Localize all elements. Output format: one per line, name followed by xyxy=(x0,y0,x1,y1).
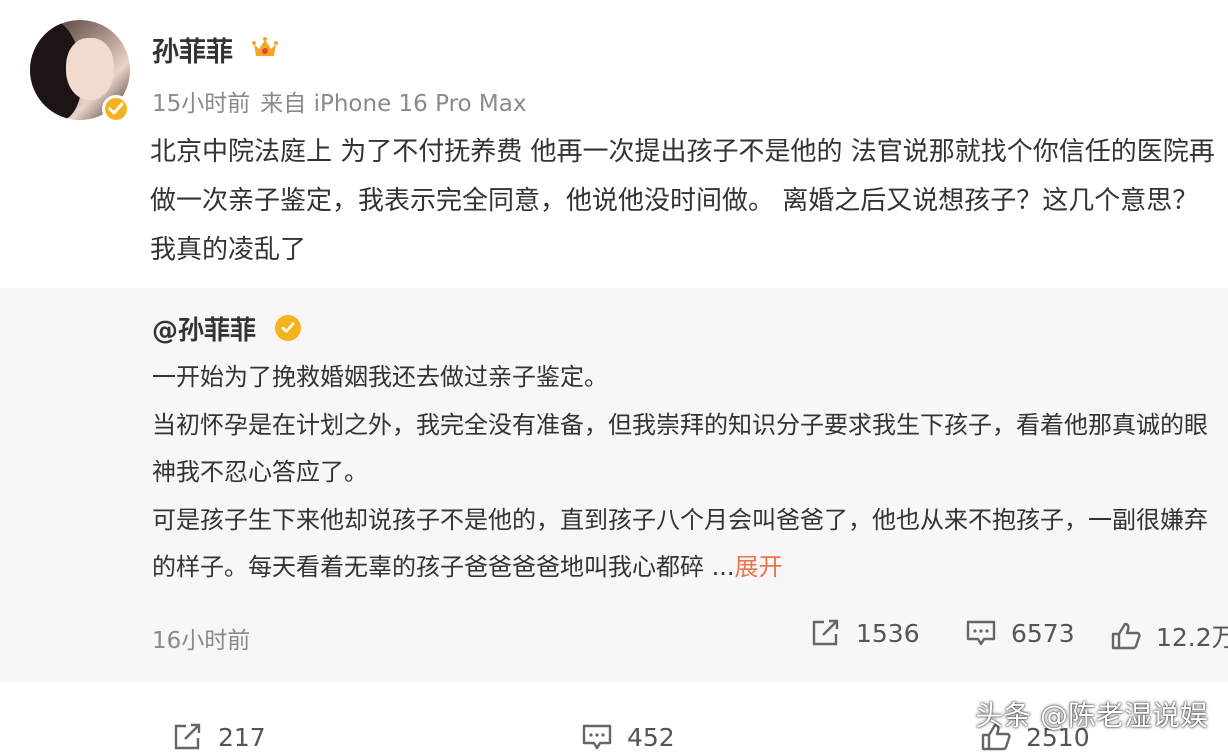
avatar-face xyxy=(66,38,114,100)
crown-icon xyxy=(252,37,278,56)
post-source: 来自 iPhone 16 Pro Max xyxy=(260,91,527,117)
post-username[interactable]: 孙菲菲 xyxy=(152,30,233,69)
repost-paragraph: 一开始为了挽救婚姻我还去做过亲子鉴定。 xyxy=(152,363,608,391)
weibo-post: 孙菲菲 15小时前 来自 iPhone 16 Pro Max 北京中院法庭上 为了… xyxy=(0,0,1228,288)
share-icon xyxy=(174,723,201,750)
repost-content: 一开始为了挽救婚姻我还去做过亲子鉴定。 当初怀孕是在计划之外，我完全没有准备，但… xyxy=(152,354,1217,592)
repost-paragraph: 可是孩子生下来他却说孩子不是他的，直到孩子八个月会叫爸爸了，他也从来不抱孩子，一… xyxy=(152,497,1217,592)
expand-link[interactable]: 展开 xyxy=(735,553,783,581)
repost-time: 16小时前 xyxy=(152,628,251,654)
post-comment-count: 452 xyxy=(627,722,675,752)
repost-paragraph-text: 可是孩子生下来他却说孩子不是他的，直到孩子八个月会叫爸爸了，他也从来不抱孩子，一… xyxy=(152,505,1208,582)
comment-count: 6573 xyxy=(1011,618,1075,648)
verified-icon xyxy=(275,315,301,341)
reposted-weibo[interactable]: @孙菲菲 一开始为了挽救婚姻我还去做过亲子鉴定。 当初怀孕是在计划之外，我完全没… xyxy=(0,288,1228,682)
verified-icon xyxy=(102,95,130,123)
share-icon xyxy=(812,619,839,646)
post-share-button[interactable]: 217 xyxy=(172,722,266,752)
post-time: 15小时前 xyxy=(152,91,251,117)
comment-icon xyxy=(966,620,996,646)
repost-like-button[interactable]: 12.2万 xyxy=(1110,618,1228,654)
post-comment-button[interactable]: 452 xyxy=(581,722,675,752)
repost-share-button[interactable]: 1536 xyxy=(810,618,920,648)
post-meta: 15小时前 来自 iPhone 16 Pro Max xyxy=(152,84,536,118)
repost-paragraph: 当初怀孕是在计划之外，我完全没有准备，但我崇拜的知识分子要求我生下孩子，看着他那… xyxy=(152,410,1208,487)
comment-icon xyxy=(582,724,612,750)
repost-comment-button[interactable]: 6573 xyxy=(965,618,1075,648)
watermark: 头条 @陈老湿说娱 xyxy=(975,699,1208,732)
like-count: 12.2万 xyxy=(1156,623,1228,652)
like-icon xyxy=(1111,622,1141,650)
post-repost-count: 217 xyxy=(218,722,266,752)
repost-username[interactable]: @孙菲菲 xyxy=(152,310,256,347)
repost-count: 1536 xyxy=(856,618,920,648)
post-content: 北京中院法庭上 为了不付抚养费 他再一次提出孩子不是他的 法官说那就找个你信任的… xyxy=(150,137,1215,265)
